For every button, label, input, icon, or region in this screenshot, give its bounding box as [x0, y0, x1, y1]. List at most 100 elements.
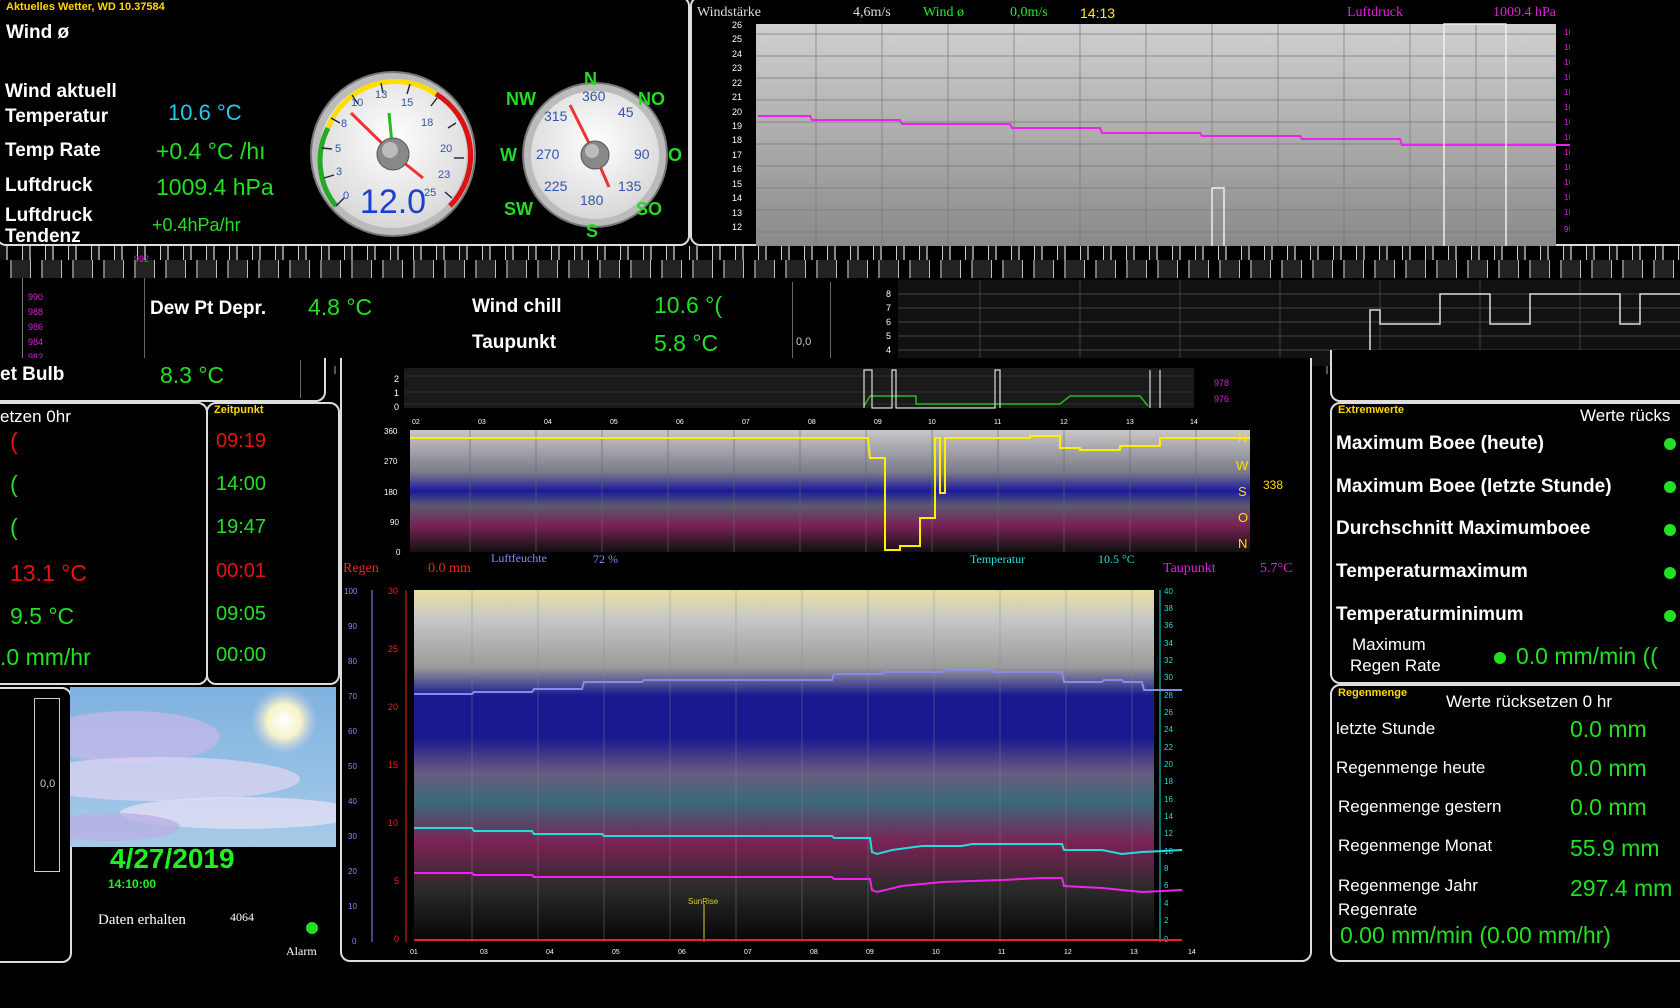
windchill-value: 10.6 °(	[654, 292, 723, 318]
compass-deg-315: 315	[544, 108, 568, 124]
alarm-label: Alarm	[286, 944, 317, 958]
mini-tick-7: 7	[886, 303, 891, 313]
mini-tick-6: 6	[886, 317, 891, 327]
sunrise-label: SunRise	[688, 897, 719, 906]
trend-label-2: Tendenz	[5, 226, 81, 247]
wg-y-14: 14	[732, 193, 742, 203]
feuchte-label: Luftfeuchte	[491, 551, 547, 565]
rt-16: 16	[1164, 795, 1173, 804]
wg-y-23: 23	[732, 63, 742, 73]
dir-hour-05: 05	[610, 419, 618, 426]
m-hour-07: 07	[744, 949, 752, 956]
alarm-indicator	[306, 922, 318, 934]
rt-36: 36	[1164, 621, 1173, 630]
reset-value-3: (	[10, 514, 18, 540]
band-small-zero: 0,0	[796, 336, 812, 348]
received-label: Daten erhalten	[98, 912, 186, 928]
dir-y-180: 180	[384, 488, 398, 497]
pct-50: 50	[348, 762, 357, 771]
stray-tick-992: 992	[134, 254, 150, 264]
luftdruck-graph-value: 1009.4 hPa	[1493, 5, 1556, 20]
dir-top-tick-1: 1	[394, 388, 399, 398]
wg-r-1004: 1004	[1564, 178, 1570, 187]
wg-r-1014: 1014	[1564, 103, 1570, 112]
mini-tick-4: 4	[886, 345, 891, 355]
wind-speed-gauge: 0 3 5 8 10 13 15 18 20 23 25 12.0	[310, 71, 476, 237]
extreme-top-box	[1330, 350, 1680, 402]
pressure-value: 1009.4 hPa	[156, 174, 274, 200]
pct-60: 60	[348, 727, 357, 736]
feuchte-value: 72 %	[593, 552, 618, 566]
wg-r-1006: 1006	[1564, 163, 1570, 172]
m-hour-04: 04	[546, 949, 554, 956]
gauge-tick-0: 0	[343, 190, 349, 202]
reset-value-4: 13.1 °C	[10, 560, 87, 586]
gauge-tick-18: 18	[421, 117, 433, 129]
compass-O: O	[668, 145, 682, 165]
rain-rate-value: 0.00 mm/min (0.00 mm/hr)	[1340, 922, 1611, 948]
band-tick-988: 988	[28, 307, 44, 317]
rt-18: 18	[1164, 777, 1173, 786]
m-hour-01: 01	[410, 949, 418, 956]
wg-r-1020: 1020	[1564, 58, 1570, 67]
dir-hour-08: 08	[808, 419, 816, 426]
dew-dep-value: 4.8 °C	[308, 294, 373, 320]
dir-label-N: N	[1238, 430, 1247, 445]
dir-y-0: 0	[396, 548, 401, 557]
gauge-tick-13: 13	[375, 89, 387, 101]
wg-y-21: 21	[732, 92, 742, 102]
reset-panel	[0, 402, 208, 685]
gauge-tick-5: 5	[335, 143, 341, 155]
rt-38: 38	[1164, 604, 1173, 613]
wg-r-1010: 1010	[1564, 133, 1570, 142]
rt-4: 4	[1164, 899, 1169, 908]
wg-r-1008: 1008	[1564, 148, 1570, 157]
rt-28: 28	[1164, 691, 1173, 700]
graph-time: 14:13	[1080, 5, 1116, 21]
extreme-dot-4	[1664, 567, 1676, 579]
temp-rate-value: +0.4 °C /hı	[156, 138, 266, 164]
compass-deg-180: 180	[580, 192, 604, 208]
wind-avg-graph-label: Wind ø	[923, 5, 965, 20]
temp-graph-label: Temperatur	[970, 552, 1026, 566]
received-value: 4064	[230, 910, 254, 924]
dir-hour-10: 10	[928, 419, 936, 426]
m-hour-14: 14	[1188, 949, 1196, 956]
pct-10: 10	[348, 902, 357, 911]
dir-hour-06: 06	[676, 419, 684, 426]
dir-top-tick-0: 0	[394, 402, 399, 412]
weather-image	[70, 687, 336, 847]
zeit-3: 19:47	[216, 516, 267, 538]
gauge-tick-23: 23	[438, 169, 450, 181]
extreme-item-5: Temperaturminimum	[1336, 604, 1524, 625]
rt-14: 14	[1164, 812, 1173, 821]
compass-deg-270: 270	[536, 146, 560, 162]
band-tick-984: 984	[28, 337, 44, 347]
rain-reset: Werte rücksetzen 0 hr	[1446, 692, 1612, 711]
dir-y-360: 360	[384, 427, 398, 436]
rt-30: 30	[1164, 673, 1173, 682]
rt-6: 6	[1164, 881, 1169, 890]
wg-y-24: 24	[732, 49, 742, 59]
rain-rate-dot	[1494, 652, 1506, 664]
dew-dep-label: Dew Pt Depr.	[150, 298, 267, 319]
dir-top-r-978: 978	[1214, 378, 1229, 388]
temperature-humidity-chart: 100 90 80 70 60 50 40 30 20 10 0 30 25 2…	[344, 586, 1196, 956]
mini-tick-5: 5	[886, 331, 891, 341]
pct-30: 30	[348, 832, 357, 841]
wg-y-17: 17	[732, 150, 742, 160]
m-hour-05: 05	[612, 949, 620, 956]
wg-r-1000: 1000	[1564, 208, 1570, 217]
gauge-tick-15: 15	[401, 97, 413, 109]
zeitpunkt-title: Zeitpunkt	[214, 404, 264, 416]
windstaerke-label: Windstärke	[697, 5, 761, 20]
rain-rate-label-1: Maximum	[1352, 635, 1426, 654]
rt-8: 8	[1164, 864, 1169, 873]
dir-current-value: 338	[1263, 478, 1283, 492]
regen-value: 0.0 mm	[428, 561, 471, 576]
rain-row-5-value: 297.4 mm	[1570, 875, 1673, 901]
dir-label-W: W	[1236, 458, 1249, 473]
taupunkt-label: Taupunkt	[472, 332, 557, 353]
extreme-dot-3	[1664, 524, 1676, 536]
wg-r-1024: 1024	[1564, 28, 1570, 37]
